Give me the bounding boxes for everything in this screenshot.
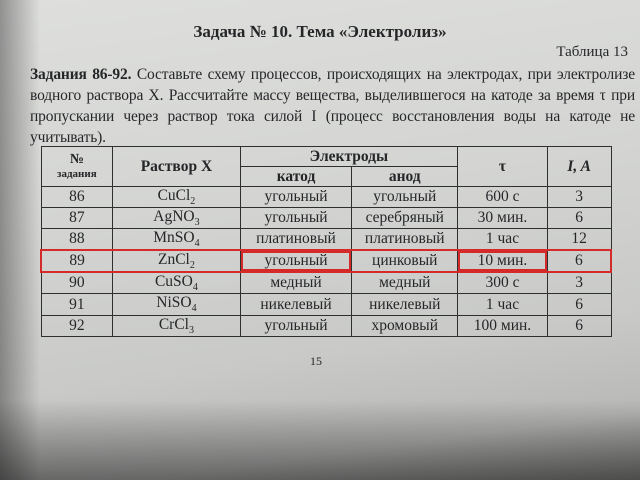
cell-time: 10 мин. <box>457 249 548 274</box>
header-electrodes: Электроды <box>239 146 459 167</box>
header-current: I, A <box>546 146 612 187</box>
cell-time: 1 час <box>457 293 548 316</box>
formula-subscript: 2 <box>190 196 196 208</box>
table-row: 90 CuSO4 медный медный 300 с3 <box>40 271 612 295</box>
cell-cathode: угольный <box>239 207 353 230</box>
formula-text: MnSO <box>153 229 195 247</box>
task-numbers: Задания 86-92. <box>30 66 132 83</box>
cell-time: 300 с <box>457 271 548 295</box>
formula-subscript: 3 <box>189 324 194 336</box>
header-anode: анод <box>351 166 459 187</box>
cell-cathode: платиновый <box>239 228 353 251</box>
header-cathode: катод <box>239 166 353 187</box>
cell-anode: хромовый <box>351 314 459 337</box>
cell-anode: никелевый <box>351 293 459 316</box>
formula-subscript: 4 <box>191 303 197 315</box>
cell-current: 3 <box>546 185 612 209</box>
table-row: 86 CuCl2 угольный угольный 600 с3 <box>40 185 612 209</box>
formula-subscript: 3 <box>194 217 200 229</box>
formula-text: NiSO <box>156 294 192 312</box>
cell-cathode: угольный <box>239 314 353 337</box>
table-row: 87 AgNO3 угольный серебряный 30 мин. 6 <box>40 207 612 230</box>
cell-time: 100 мин. <box>457 314 548 337</box>
cell-anode: медный <box>351 271 459 295</box>
formula-text: ZnCl <box>157 251 190 269</box>
cell-current: 3 <box>546 271 612 295</box>
cell-current: 6 <box>546 207 612 230</box>
cell-solution: CuCl2 <box>112 185 241 209</box>
cell-solution: MnSO4 <box>112 228 241 251</box>
cell-solution: AgNO3 <box>112 207 241 230</box>
cell-cathode: угольный <box>239 249 353 274</box>
cell-task-number: 92 <box>40 314 114 337</box>
table-row: 92 CrCl3 угольный хромовый 100 мин. 6 <box>40 314 612 337</box>
cell-task-number: 90 <box>40 271 114 295</box>
cell-current: 6 <box>546 293 612 316</box>
cell-task-number: 89 <box>40 249 114 274</box>
cell-task-number: 87 <box>40 207 114 230</box>
photo-shadow-bottom <box>0 400 640 480</box>
cell-solution: CuSO4 <box>112 271 241 295</box>
cell-cathode: медный <box>239 271 353 295</box>
cell-anode: серебряный <box>351 207 459 230</box>
table-row: 91 NiSO4 никелевый никелевый 1 час 6 <box>40 293 612 316</box>
header-time: τ <box>457 146 548 187</box>
table-row: 89 ZnCl2 угольный цинковый 10 мин. 6 <box>40 249 612 274</box>
formula-subscript: 2 <box>189 260 195 272</box>
cell-current: 6 <box>546 249 612 274</box>
cell-task-number: 91 <box>40 293 114 316</box>
cell-cathode: угольный <box>239 185 353 209</box>
formula-subscript: 4 <box>194 238 200 250</box>
table-label: Таблица 13 <box>556 44 628 60</box>
cell-anode: цинковый <box>351 249 459 274</box>
cell-current: 12 <box>546 228 612 251</box>
cell-solution: ZnCl2 <box>112 249 241 274</box>
page-title: Задача № 10. Тема «Электролиз» <box>193 22 447 41</box>
document-photo: Задача № 10. Тема «Электролиз» Таблица 1… <box>0 0 640 480</box>
cell-solution: NiSO4 <box>112 293 241 316</box>
cell-current: 6 <box>546 314 612 337</box>
cell-task-number: 88 <box>40 228 114 251</box>
page-number: 15 <box>310 354 322 368</box>
header-task-number: № задания <box>40 146 114 187</box>
cell-anode: угольный <box>351 185 459 209</box>
formula-text: CuCl <box>157 187 191 204</box>
cell-solution: CrCl3 <box>112 314 241 337</box>
cell-task-number: 86 <box>40 185 114 209</box>
task-description: Задания 86-92. Составьте схему процессов… <box>30 64 635 148</box>
formula-text: CrCl <box>158 315 189 333</box>
table-row: 88 MnSO4 платиновый платиновый 1 час 12 <box>40 228 612 251</box>
cell-time: 1 час <box>457 228 548 251</box>
electrolysis-table: № задания Раствор Х Электроды τ I, A като… <box>40 146 612 337</box>
cell-time: 30 мин. <box>457 207 548 230</box>
cell-time: 600 с <box>457 185 548 209</box>
formula-text: CuSO <box>154 273 193 291</box>
cell-cathode: никелевый <box>239 293 353 316</box>
header-solution: Раствор Х <box>112 146 241 187</box>
formula-subscript: 4 <box>192 282 198 294</box>
formula-text: AgNO <box>153 208 195 226</box>
cell-anode: платиновый <box>351 228 459 251</box>
